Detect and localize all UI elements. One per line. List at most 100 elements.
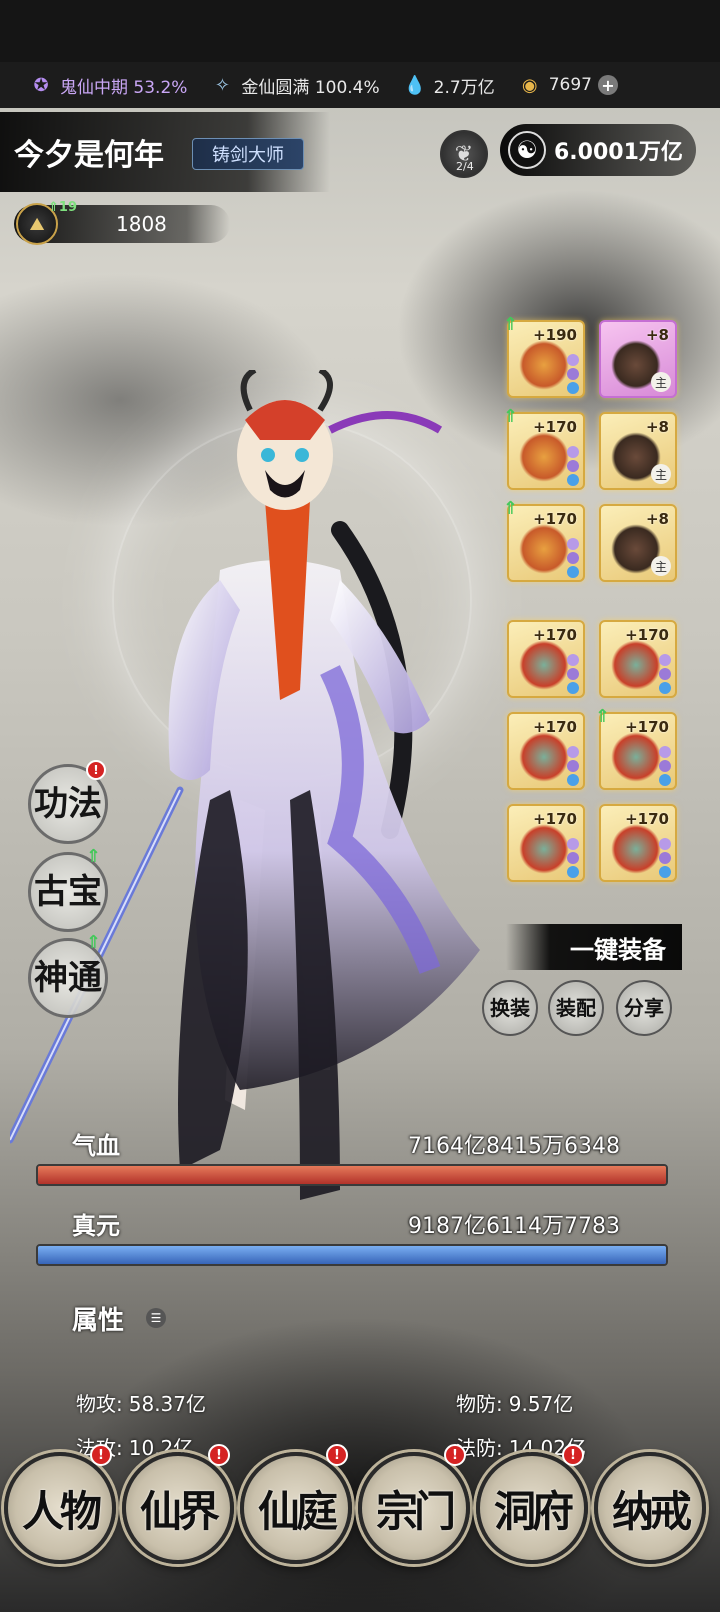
equipment-art-icon	[519, 640, 569, 690]
equipment-art-icon	[519, 524, 569, 574]
level-value: 1808	[116, 212, 167, 236]
nav-alert-badge: !	[90, 1444, 112, 1466]
equipment-level: +8	[645, 326, 669, 344]
equipment-level: +170	[625, 718, 669, 736]
gem-socket-icon	[567, 682, 579, 694]
equipment-level: +170	[625, 810, 669, 828]
spirit-stone[interactable]: 💧 2.7万亿	[402, 72, 495, 98]
attr-phys-attack: 物攻: 58.37亿	[76, 1388, 206, 1417]
equipment-slot-left-1[interactable]: +190 ⇑	[503, 314, 585, 398]
equipment-level: +170	[533, 810, 577, 828]
water-drop-icon: 💧	[403, 74, 426, 96]
upgrade-arrow-icon: ⇑	[503, 406, 519, 427]
upgrade-arrow-icon: ⇑	[503, 498, 519, 519]
gem-socket-icon	[567, 746, 579, 758]
gem-socket-icon	[659, 654, 671, 666]
hp-value: 7164亿8415万6348	[408, 1134, 620, 1159]
spirit-stone-text: 2.7万亿	[433, 77, 495, 98]
gem-socket-icon	[567, 774, 579, 786]
attr-phys-defense: 物防: 9.57亿	[456, 1388, 573, 1417]
nav-immortal-realm[interactable]: 仙界	[122, 1452, 234, 1564]
realm-gold[interactable]: ✧ 金仙圆满 100.4%	[209, 72, 380, 98]
equipment-slot-right-6[interactable]: +170	[599, 804, 677, 882]
equipment-art-icon	[519, 340, 569, 390]
equipment-slot-right-5[interactable]: +170 ⇑	[595, 706, 677, 790]
equipment-slot-right-3[interactable]: +8 主	[599, 504, 677, 582]
gem-socket-icon	[567, 552, 579, 564]
realm-ghost-text: 鬼仙中期 53.2%	[60, 77, 188, 98]
equipment-slot-right-4[interactable]: +170	[599, 620, 677, 698]
gem-socket-icon	[567, 668, 579, 680]
realm-ghost[interactable]: ✪ 鬼仙中期 53.2%	[28, 72, 187, 98]
nav-storage-ring[interactable]: 纳戒	[594, 1452, 706, 1564]
coins[interactable]: ◉ 7697 +	[517, 72, 618, 98]
level-up-count: 19	[58, 200, 77, 215]
player-title[interactable]: 铸剑大师	[192, 138, 304, 170]
ghost-realm-icon: ✪	[33, 74, 49, 96]
gubao-label: 古宝	[34, 872, 102, 912]
nav-alert-badge: !	[326, 1444, 348, 1466]
swap-outfit-button[interactable]: 换装	[482, 980, 538, 1036]
gem-socket-icon	[567, 474, 579, 486]
gem-socket-icon	[659, 774, 671, 786]
equipment-art-icon	[611, 824, 661, 874]
gem-socket-icon	[659, 668, 671, 680]
gem-socket-icon	[567, 446, 579, 458]
attr-value: 9.57亿	[508, 1392, 574, 1416]
gem-socket-icon	[659, 838, 671, 850]
combat-power[interactable]: ☯ 6.0001万亿	[500, 124, 696, 176]
equipment-slot-left-6[interactable]: +170	[507, 804, 585, 882]
add-coins-button[interactable]: +	[597, 75, 618, 95]
gongfa-label: 功法	[34, 784, 102, 824]
fan-icon: ✧	[214, 74, 230, 96]
level-up-indicator: ⇑19	[48, 200, 77, 215]
equipment-art-icon	[519, 732, 569, 782]
share-button[interactable]: 分享	[616, 980, 672, 1036]
nav-character[interactable]: 人物	[4, 1452, 116, 1564]
realm-gold-text: 金仙圆满 100.4%	[241, 77, 380, 98]
yin-yang-icon: ☯	[508, 131, 546, 169]
bottom-nav: 人物! 仙界! 仙庭! 宗门! 洞府! 纳戒	[0, 1438, 720, 1612]
player-name: 今夕是何年	[14, 138, 164, 173]
upgrade-arrow-icon: ⇑	[503, 314, 519, 335]
hp-bar	[36, 1164, 668, 1186]
nav-sect[interactable]: 宗门	[358, 1452, 470, 1564]
equipment-slot-left-2[interactable]: +170 ⇑	[503, 406, 585, 490]
hp-bar-fill	[38, 1166, 666, 1184]
gem-socket-icon	[567, 382, 579, 394]
equipment-slot-right-2[interactable]: +8 主	[599, 412, 677, 490]
equipment-slot-right-1[interactable]: +8 主	[599, 320, 677, 398]
main-equip-tag: 主	[651, 372, 671, 392]
gongfa-alert-badge: !	[86, 760, 106, 780]
equipment-art-icon	[519, 432, 569, 482]
equipment-level: +170	[533, 418, 577, 436]
equipment-art-icon	[611, 732, 661, 782]
gem-socket-icon	[659, 866, 671, 878]
attr-key: 物攻:	[76, 1392, 123, 1416]
upgrade-arrow-icon: ⇑	[595, 706, 611, 727]
gem-socket-icon	[659, 760, 671, 772]
main-equip-tag: 主	[651, 464, 671, 484]
nav-immortal-court[interactable]: 仙庭	[240, 1452, 352, 1564]
equipment-level: +190	[533, 326, 577, 344]
gem-socket-icon	[567, 460, 579, 472]
nav-cave[interactable]: 洞府	[476, 1452, 588, 1564]
equipment-slot-left-4[interactable]: +170	[507, 620, 585, 698]
gem-socket-icon	[567, 866, 579, 878]
gem-socket-icon	[567, 760, 579, 772]
shentong-upgrade-icon: ⇑	[86, 932, 102, 953]
mp-bar	[36, 1244, 668, 1266]
gem-socket-icon	[567, 368, 579, 380]
equipment-slot-left-5[interactable]: +170	[507, 712, 585, 790]
gem-socket-icon	[659, 852, 671, 864]
equipment-level: +170	[625, 626, 669, 644]
equip-all-button[interactable]: 一键装备	[506, 924, 682, 970]
list-icon[interactable]: ☰	[146, 1308, 166, 1328]
attr-key: 物防:	[456, 1392, 503, 1416]
main-equip-tag: 主	[651, 556, 671, 576]
attributes-title: 属性	[72, 1306, 125, 1336]
equipment-level: +8	[645, 418, 669, 436]
gem-socket-icon	[567, 852, 579, 864]
equipment-slot-left-3[interactable]: +170 ⇑	[503, 498, 585, 582]
assemble-button[interactable]: 装配	[548, 980, 604, 1036]
